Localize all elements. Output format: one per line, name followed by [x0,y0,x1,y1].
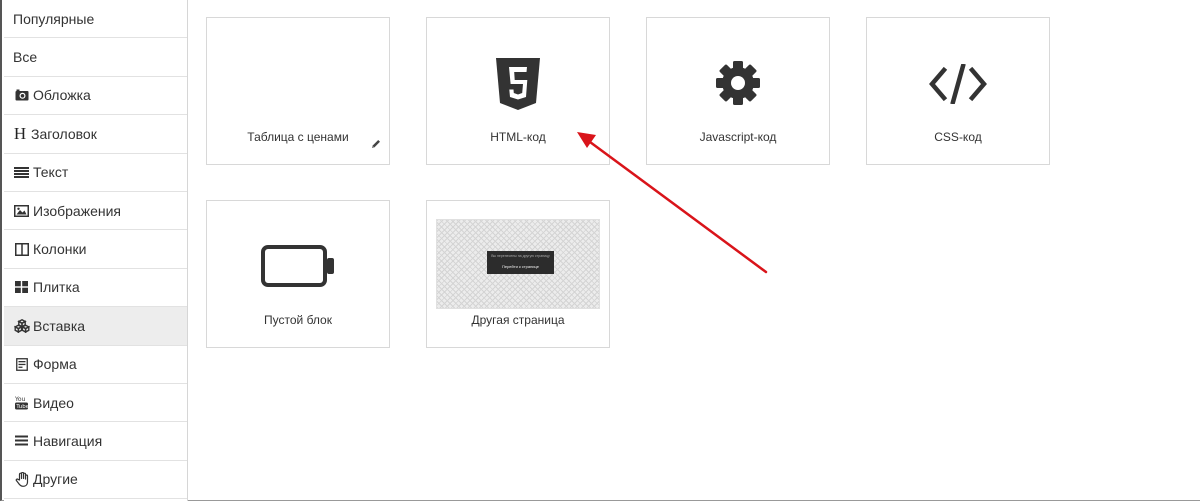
pencil-icon [371,136,381,154]
code-icon [929,63,987,109]
sidebar-item-all[interactable]: Все [4,38,187,77]
sidebar-item-label: Другие [33,471,78,488]
sidebar-item-video[interactable]: You Tube Видео [4,384,187,423]
block-gallery: Таблица с ценами HTML-код Javascript-код… [189,0,1200,500]
card-label: Пустой блок [264,313,332,327]
block-card-html-code[interactable]: HTML-код [426,17,610,165]
cubes-icon [13,318,30,333]
sidebar-item-label: Навигация [33,432,103,449]
sidebar-item-label: Колонки [33,241,87,258]
block-category-sidebar: Популярные Все Обложка H Заголовок Текст… [4,0,188,501]
battery-empty-icon [261,245,335,292]
menu-icon [13,434,30,448]
sidebar-item-label: Заголовок [31,125,97,142]
text-lines-icon [13,165,30,179]
thumbnail-text: Вы перенесены на другую страницу [491,254,550,258]
block-card-other-page[interactable]: Вы перенесены на другую страницу Перейти… [426,200,610,348]
sidebar-item-tiles[interactable]: Плитка [4,269,187,308]
sidebar-item-label: Обложка [33,87,91,104]
block-card-css-code[interactable]: CSS-код [866,17,1050,165]
sidebar-item-popular[interactable]: Популярные [4,0,187,39]
hand-icon [13,471,30,487]
sidebar-item-form[interactable]: Форма [4,346,187,384]
sidebar-item-label: Изображения [33,202,121,219]
camera-icon [13,88,30,102]
sidebar-item-columns[interactable]: Колонки [4,230,187,269]
page-thumbnail: Вы перенесены на другую страницу Перейти… [436,219,600,309]
sidebar-item-cover[interactable]: Обложка [4,77,187,116]
youtube-icon: You Tube [13,396,30,410]
sidebar-item-heading[interactable]: H Заголовок [4,115,187,154]
columns-icon [13,242,30,256]
block-card-empty-block[interactable]: Пустой блок [206,200,390,348]
thumbnail-link: Перейти к странице [501,264,540,269]
sidebar-item-insert[interactable]: Вставка [4,307,187,346]
sidebar-item-label: Популярные [13,10,95,27]
picture-icon [13,204,30,218]
sidebar-item-other[interactable]: Другие [4,461,187,500]
sidebar-item-label: Форма [33,356,77,373]
sidebar-item-navigation[interactable]: Навигация [4,422,187,461]
grid-icon [13,280,30,294]
svg-text:You: You [15,396,26,403]
card-label: HTML-код [490,130,546,144]
card-label: Таблица с ценами [247,130,349,144]
sidebar-item-label: Все [13,49,38,66]
html5-icon [496,58,540,115]
sidebar-item-label: Текст [33,164,69,181]
card-label: CSS-код [934,130,982,144]
sidebar-item-label: Видео [33,394,74,411]
card-label: Другая страница [471,313,565,327]
svg-text:Tube: Tube [15,404,28,410]
card-label: Javascript-код [699,130,777,144]
app-frame: Популярные Все Обложка H Заголовок Текст… [0,0,1200,501]
sidebar-item-label: Плитка [33,279,80,296]
heading-icon: H [13,123,27,143]
gear-icon [714,59,762,112]
sidebar-item-images[interactable]: Изображения [4,192,187,231]
sidebar-item-text[interactable]: Текст [4,154,187,192]
thumbnail-banner: Вы перенесены на другую страницу Перейти… [487,251,554,274]
block-card-javascript-code[interactable]: Javascript-код [646,17,830,165]
form-icon [13,357,30,371]
block-card-pricing-table[interactable]: Таблица с ценами [206,17,390,165]
sidebar-item-label: Вставка [33,317,86,334]
